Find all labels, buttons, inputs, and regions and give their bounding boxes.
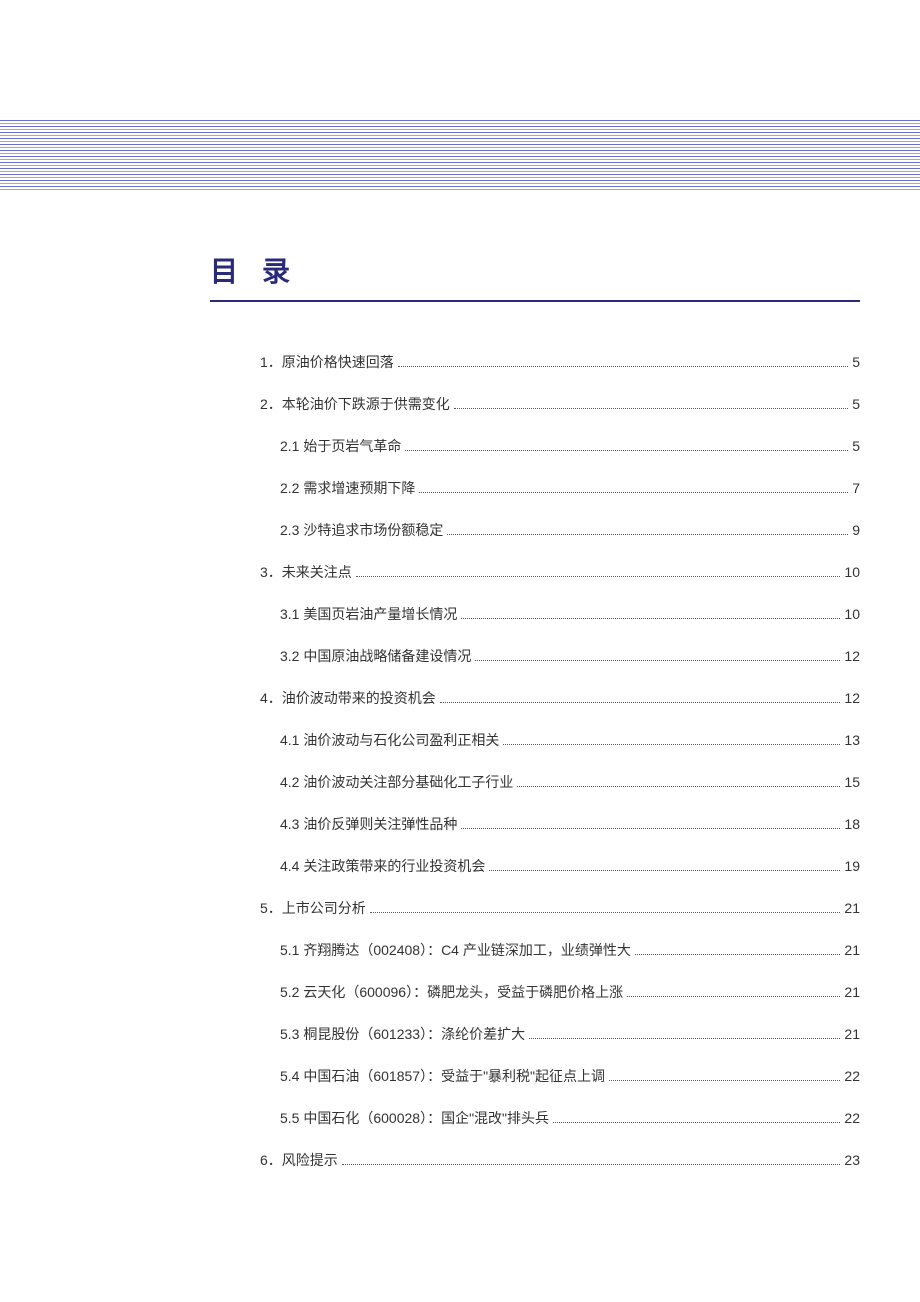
toc-entry: 1．原油价格快速回落 5	[260, 352, 860, 372]
toc-entry: 2.3 沙特追求市场份额稳定 9	[260, 520, 860, 540]
toc-leader-dots	[461, 828, 840, 829]
toc-entry-page: 18	[844, 816, 860, 832]
toc-leader-dots	[489, 870, 840, 871]
toc-leader-dots	[419, 492, 848, 493]
toc-entry-label: 5.3 桐昆股份（601233）：涤纶价差扩大	[280, 1024, 525, 1044]
toc-entry-page: 9	[852, 522, 860, 538]
toc-leader-dots	[517, 786, 840, 787]
toc-leader-dots	[454, 408, 848, 409]
toc-leader-dots	[609, 1080, 840, 1081]
toc-entry: 5.2 云天化（600096）：磷肥龙头，受益于磷肥价格上涨 21	[260, 982, 860, 1002]
toc-leader-dots	[503, 744, 840, 745]
toc-title: 目录	[210, 250, 860, 300]
toc-entry-page: 21	[844, 984, 860, 1000]
toc-entry: 2.1 始于页岩气革命 5	[260, 436, 860, 456]
toc-leader-dots	[553, 1122, 840, 1123]
toc-entry-label: 5.2 云天化（600096）：磷肥龙头，受益于磷肥价格上涨	[280, 982, 623, 1002]
toc-entry-page: 10	[844, 564, 860, 580]
toc-entry-label: 2.2 需求增速预期下降	[280, 478, 415, 498]
toc-entry-label: 5.4 中国石油（601857）：受益于"暴利税"起征点上调	[280, 1066, 605, 1086]
toc-entry-label: 2.1 始于页岩气革命	[280, 436, 401, 456]
toc-entry-page: 13	[844, 732, 860, 748]
toc-entry-label: 2．本轮油价下跌源于供需变化	[260, 394, 450, 414]
toc-entry-page: 21	[844, 942, 860, 958]
toc-entry-label: 4.4 关注政策带来的行业投资机会	[280, 856, 485, 876]
toc-leader-dots	[405, 450, 848, 451]
toc-entry: 5.5 中国石化（600028）：国企"混改"排头兵 22	[260, 1108, 860, 1128]
document-page: 目录 1．原油价格快速回落52．本轮油价下跌源于供需变化52.1 始于页岩气革命…	[0, 0, 920, 1302]
table-of-contents: 1．原油价格快速回落52．本轮油价下跌源于供需变化52.1 始于页岩气革命52.…	[60, 352, 860, 1170]
toc-entry-page: 7	[852, 480, 860, 496]
toc-leader-dots	[342, 1164, 841, 1165]
toc-entry-page: 12	[844, 648, 860, 664]
toc-entry-page: 22	[844, 1068, 860, 1084]
toc-entry-page: 23	[844, 1152, 860, 1168]
toc-leader-dots	[529, 1038, 840, 1039]
toc-entry-page: 5	[852, 438, 860, 454]
toc-leader-dots	[440, 702, 841, 703]
toc-entry-page: 10	[844, 606, 860, 622]
toc-entry-label: 4．油价波动带来的投资机会	[260, 688, 436, 708]
toc-entry: 3．未来关注点 10	[260, 562, 860, 582]
toc-entry-label: 1．原油价格快速回落	[260, 352, 394, 372]
toc-entry-label: 5.1 齐翔腾达（002408）：C4 产业链深加工，业绩弹性大	[280, 940, 631, 960]
toc-leader-dots	[356, 576, 841, 577]
toc-entry-label: 3.1 美国页岩油产量增长情况	[280, 604, 457, 624]
toc-entry: 5.3 桐昆股份（601233）：涤纶价差扩大 21	[260, 1024, 860, 1044]
toc-entry-label: 3．未来关注点	[260, 562, 352, 582]
toc-entry: 3.2 中国原油战略储备建设情况 12	[260, 646, 860, 666]
toc-entry-label: 2.3 沙特追求市场份额稳定	[280, 520, 443, 540]
toc-entry-label: 5.5 中国石化（600028）：国企"混改"排头兵	[280, 1108, 549, 1128]
toc-entry: 4.2 油价波动关注部分基础化工子行业 15	[260, 772, 860, 792]
toc-leader-dots	[627, 996, 840, 997]
toc-entry: 5．上市公司分析 21	[260, 898, 860, 918]
toc-entry: 6．风险提示 23	[260, 1150, 860, 1170]
toc-entry: 3.1 美国页岩油产量增长情况 10	[260, 604, 860, 624]
toc-entry-label: 5．上市公司分析	[260, 898, 366, 918]
toc-entry: 4．油价波动带来的投资机会 12	[260, 688, 860, 708]
toc-entry-label: 4.3 油价反弹则关注弹性品种	[280, 814, 457, 834]
toc-entry-page: 5	[852, 396, 860, 412]
toc-entry-page: 22	[844, 1110, 860, 1126]
toc-leader-dots	[475, 660, 840, 661]
toc-leader-dots	[447, 534, 848, 535]
toc-entry-page: 19	[844, 858, 860, 874]
header-banner	[0, 120, 920, 190]
toc-entry-page: 21	[844, 900, 860, 916]
toc-entry-page: 15	[844, 774, 860, 790]
top-spacer	[0, 0, 920, 120]
content-area: 目录 1．原油价格快速回落52．本轮油价下跌源于供需变化52.1 始于页岩气革命…	[0, 190, 920, 1170]
toc-entry: 4.1 油价波动与石化公司盈利正相关 13	[260, 730, 860, 750]
toc-entry-page: 12	[844, 690, 860, 706]
toc-entry: 4.3 油价反弹则关注弹性品种 18	[260, 814, 860, 834]
toc-entry-label: 4.2 油价波动关注部分基础化工子行业	[280, 772, 513, 792]
toc-entry-label: 4.1 油价波动与石化公司盈利正相关	[280, 730, 499, 750]
toc-entry-page: 5	[852, 354, 860, 370]
toc-leader-dots	[635, 954, 841, 955]
toc-entry: 5.4 中国石油（601857）：受益于"暴利税"起征点上调 22	[260, 1066, 860, 1086]
toc-entry: 2.2 需求增速预期下降 7	[260, 478, 860, 498]
toc-entry: 5.1 齐翔腾达（002408）：C4 产业链深加工，业绩弹性大 21	[260, 940, 860, 960]
toc-leader-dots	[461, 618, 840, 619]
toc-entry: 4.4 关注政策带来的行业投资机会 19	[260, 856, 860, 876]
toc-entry-label: 6．风险提示	[260, 1150, 338, 1170]
toc-entry-label: 3.2 中国原油战略储备建设情况	[280, 646, 471, 666]
title-rule	[210, 300, 860, 302]
toc-entry: 2．本轮油价下跌源于供需变化 5	[260, 394, 860, 414]
toc-leader-dots	[370, 912, 841, 913]
toc-entry-page: 21	[844, 1026, 860, 1042]
toc-leader-dots	[398, 366, 848, 367]
